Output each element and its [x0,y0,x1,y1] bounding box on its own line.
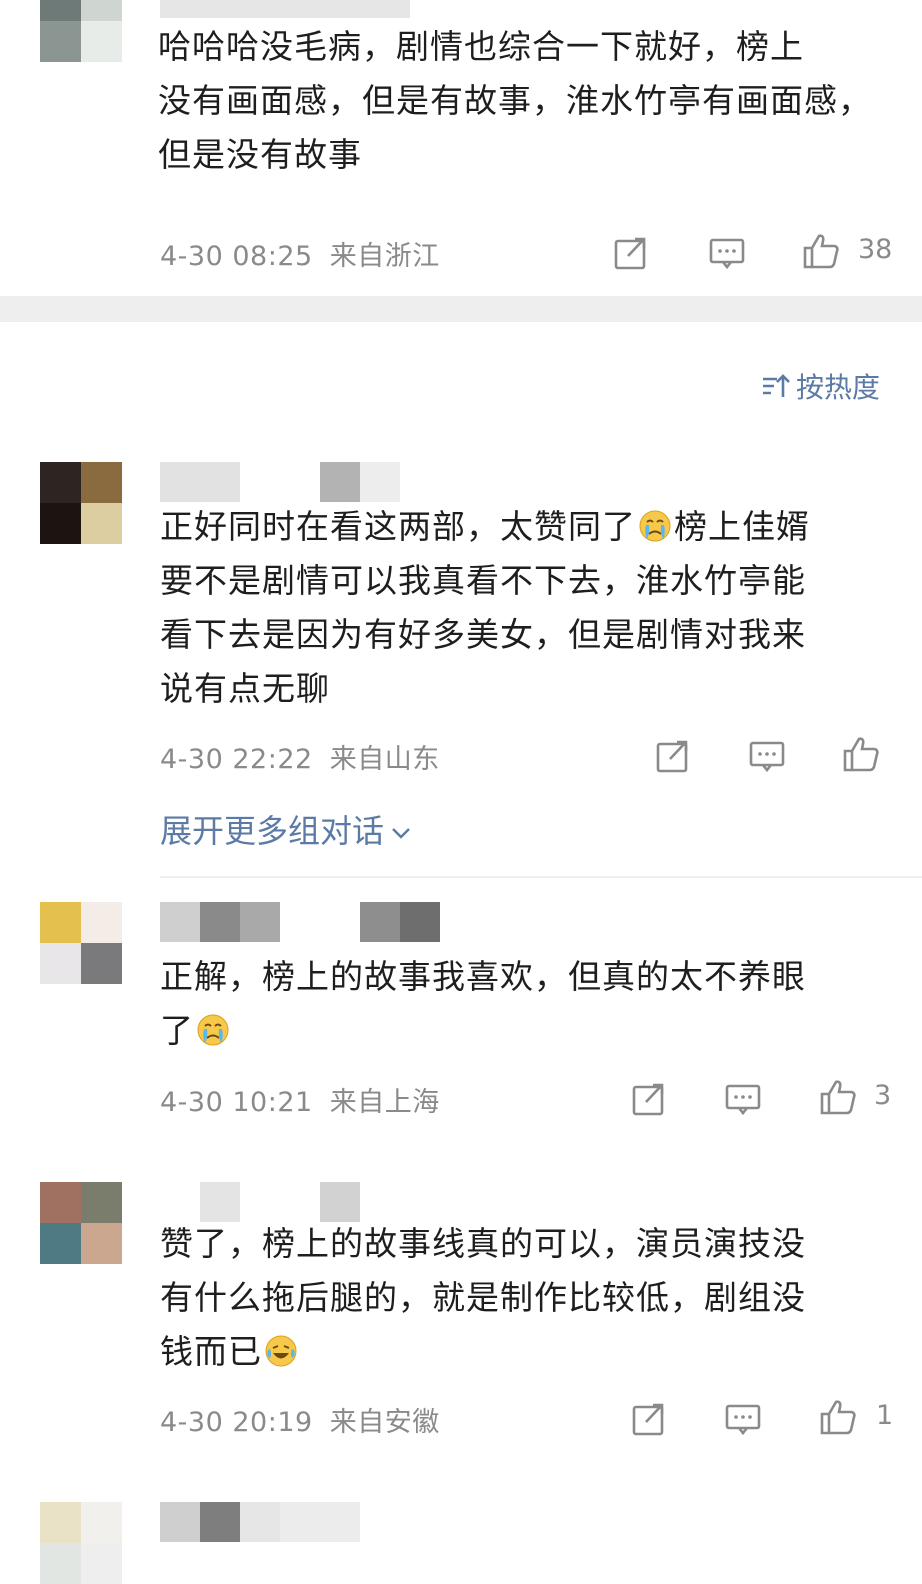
like-count: 38 [858,234,893,265]
share-icon[interactable] [652,735,694,777]
comment-meta: 4-30 08:25 来自浙江 [160,234,440,273]
comment-time: 4-30 10:21 [160,1087,313,1118]
like-icon[interactable] [817,1396,859,1438]
comment-time: 4-30 08:25 [160,241,313,272]
comment-icon[interactable] [722,1398,764,1440]
share-icon[interactable] [610,232,652,274]
comment-text: 正解，榜上的故事我喜欢，但真的太不养眼 了 [160,957,806,1050]
comment-location: 来自浙江 [329,241,440,272]
avatar[interactable] [40,902,122,984]
share-icon[interactable] [628,1078,670,1120]
avatar[interactable] [40,0,122,62]
sort-button[interactable]: 按热度 [760,366,880,406]
laughing-tears-icon [265,1335,297,1367]
like-count: 1 [876,1400,894,1431]
comment-text: 正好同时在看这两部，太赞同了 榜上佳婿 要不是剧情可以我真看不下去，淮水竹亭能 看… [160,507,810,708]
username-blurred[interactable] [160,1182,360,1222]
comment-meta: 4-30 10:21 来自上海 [160,1080,440,1119]
comment-time: 4-30 22:22 [160,744,313,775]
like-count: 3 [874,1080,892,1111]
share-icon[interactable] [628,1398,670,1440]
username-blurred[interactable] [160,462,400,502]
comment-meta: 4-30 20:19 来自安徽 [160,1400,440,1439]
crying-face-icon [639,510,671,542]
comment-icon[interactable] [706,232,748,274]
crying-face-icon [197,1014,229,1046]
expand-conversation-link[interactable]: 展开更多组对话 [160,806,414,852]
like-icon[interactable] [840,733,882,775]
username-blurred[interactable] [160,1502,360,1542]
avatar[interactable] [40,462,122,544]
comment-location: 来自上海 [329,1087,440,1118]
like-icon[interactable] [817,1076,859,1118]
avatar[interactable] [40,1502,122,1584]
row-divider [160,876,922,878]
sort-lines-icon [760,370,792,402]
like-icon[interactable] [800,230,842,272]
section-divider [0,296,922,322]
username-blurred[interactable] [160,902,440,942]
avatar[interactable] [40,1182,122,1264]
comment-text: 赞了，榜上的故事线真的可以，演员演技没 有什么拖后腿的，就是制作比较低，剧组没 … [160,1224,806,1371]
username-blurred[interactable] [160,0,420,18]
comment-meta: 4-30 22:22 来自山东 [160,737,440,776]
comment-time: 4-30 20:19 [160,1407,313,1438]
comment-text: 哈哈哈没毛病，剧情也综合一下就好，榜上 没有画面感，但是有故事，淮水竹亭有画面感… [158,27,872,174]
comment-icon[interactable] [722,1078,764,1120]
comment-location: 来自山东 [329,744,440,775]
comment-icon[interactable] [746,735,788,777]
comment-location: 来自安徽 [329,1407,440,1438]
chevron-down-icon [388,816,414,842]
sort-label: 按热度 [796,371,881,404]
